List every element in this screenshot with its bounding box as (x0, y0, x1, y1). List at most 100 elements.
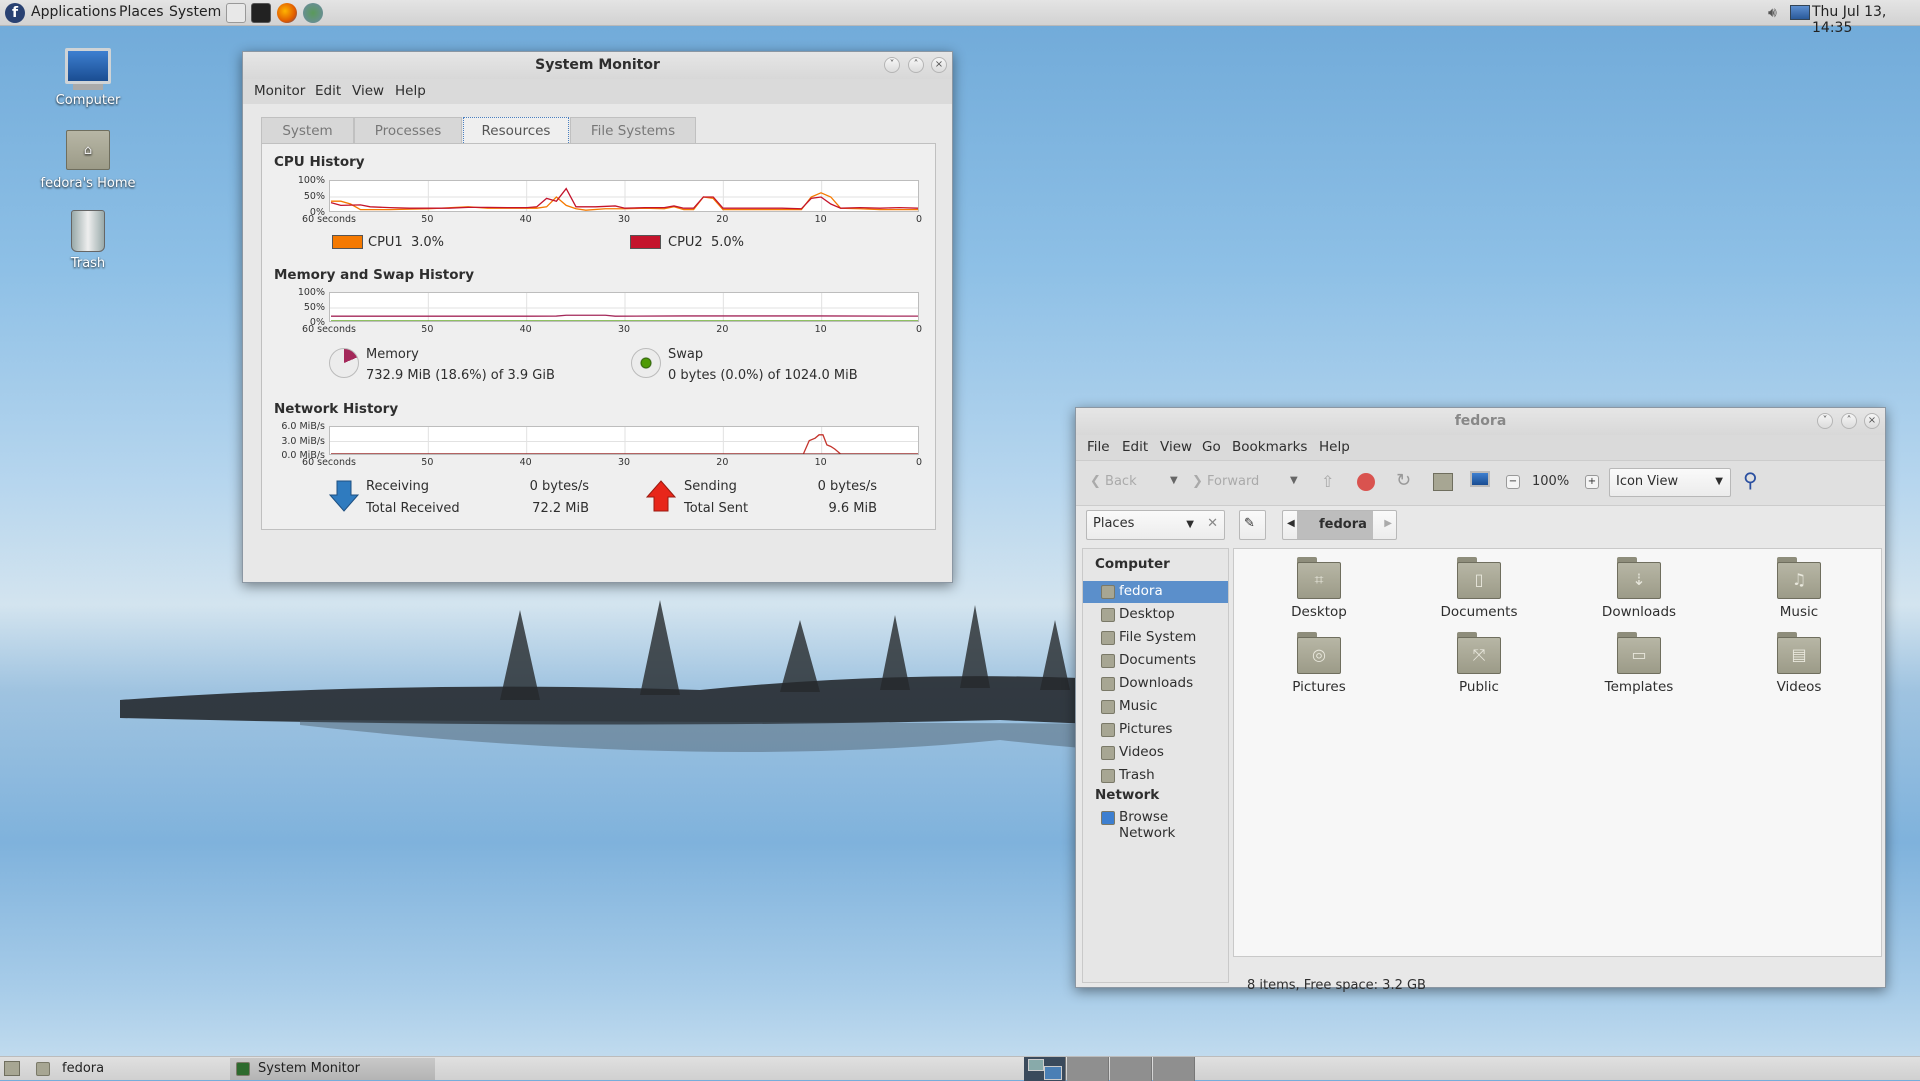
menu-places[interactable]: Places (119, 4, 164, 20)
minimize-button[interactable]: ˅ (1817, 413, 1833, 429)
maximize-button[interactable]: ˄ (1841, 413, 1857, 429)
menu-bookmarks[interactable]: Bookmarks (1232, 439, 1307, 455)
file-item-templates[interactable]: ▭ Templates (1579, 632, 1699, 695)
file-item-desktop[interactable]: ⌗ Desktop (1259, 557, 1379, 620)
file-manager-icon[interactable] (226, 3, 246, 23)
receiving-arrow-icon[interactable] (329, 480, 359, 512)
sidebar-item-browse-network[interactable]: Browse Network (1083, 807, 1228, 841)
file-item-public[interactable]: ⤧ Public (1419, 632, 1539, 695)
forward-button[interactable]: ❯ Forward (1192, 474, 1259, 489)
desktop-icon-home[interactable]: ⌂ fedora's Home (33, 130, 143, 191)
sending-arrow-icon[interactable] (646, 480, 676, 512)
menu-go[interactable]: Go (1202, 439, 1221, 455)
show-desktop-icon[interactable] (4, 1061, 20, 1076)
edit-location-button[interactable]: ✎ (1239, 510, 1266, 540)
title-bar[interactable]: System Monitor ˅ ˄ × (243, 52, 952, 79)
back-history-dropdown[interactable]: ▼ (1170, 475, 1178, 486)
tab-resources[interactable]: Resources (463, 117, 569, 143)
tab-system[interactable]: System (261, 117, 354, 143)
task-system-monitor[interactable]: System Monitor (230, 1058, 435, 1080)
sidebar-item-music[interactable]: Music (1083, 696, 1228, 718)
cpu1-color-swatch[interactable] (332, 235, 363, 249)
terminal-icon[interactable] (251, 3, 271, 23)
tab-processes[interactable]: Processes (354, 117, 462, 143)
network-icon[interactable] (1790, 5, 1810, 20)
sidebar-item-label: Documents (1119, 652, 1196, 668)
path-button-fedora[interactable]: fedora (1297, 511, 1373, 539)
firefox-icon[interactable] (277, 3, 297, 23)
folder-icon (1101, 608, 1115, 622)
swap-pie-icon[interactable] (631, 348, 661, 378)
sidebar-item-videos[interactable]: Videos (1083, 742, 1228, 764)
home-icon[interactable] (1433, 473, 1453, 491)
mail-icon[interactable] (303, 3, 323, 23)
file-item-documents[interactable]: ▯ Documents (1419, 557, 1539, 620)
back-button[interactable]: ❮ Back (1090, 474, 1137, 489)
sidebar-item-downloads[interactable]: Downloads (1083, 673, 1228, 695)
folder-icon (1101, 677, 1115, 691)
path-right-arrow[interactable]: ▶ (1384, 518, 1392, 529)
workspace-1[interactable] (1024, 1057, 1066, 1081)
sidebar-item-desktop[interactable]: Desktop (1083, 604, 1228, 626)
path-left-arrow[interactable]: ◀ (1287, 518, 1295, 529)
view-mode-select[interactable]: Icon View ▼ (1609, 468, 1731, 497)
menu-applications[interactable]: Applications (31, 4, 117, 20)
sidebar-item-fedora[interactable]: fedora (1083, 581, 1228, 603)
close-sidebar-icon[interactable]: ✕ (1207, 516, 1218, 531)
stop-icon[interactable] (1357, 473, 1375, 491)
title-bar[interactable]: fedora ˅ ˄ × (1076, 408, 1885, 435)
task-fedora[interactable]: fedora (30, 1058, 227, 1080)
sidebar-item-documents[interactable]: Documents (1083, 650, 1228, 672)
home-folder-icon: ⌂ (66, 130, 110, 170)
forward-history-dropdown[interactable]: ▼ (1290, 475, 1298, 486)
workspace-4[interactable] (1153, 1057, 1195, 1081)
up-icon[interactable]: ⇧ (1321, 472, 1334, 491)
volume-icon[interactable]: 🔊︎ (1768, 5, 1777, 21)
minimize-button[interactable]: ˅ (884, 57, 900, 73)
file-item-music[interactable]: ♫ Music (1739, 557, 1859, 620)
maximize-button[interactable]: ˄ (908, 57, 924, 73)
menu-help[interactable]: Help (395, 83, 426, 99)
sidebar-item-pictures[interactable]: Pictures (1083, 719, 1228, 741)
close-button[interactable]: × (931, 57, 947, 73)
menu-view[interactable]: View (1160, 439, 1192, 455)
computer-icon[interactable] (1470, 471, 1490, 487)
file-item-downloads[interactable]: ⇣ Downloads (1579, 557, 1699, 620)
y-tick-label: 50% (303, 191, 325, 202)
zoom-out-button[interactable]: − (1506, 475, 1520, 489)
menu-edit[interactable]: Edit (1122, 439, 1148, 455)
zoom-in-button[interactable]: + (1585, 475, 1599, 489)
menu-file[interactable]: File (1087, 439, 1110, 455)
menu-edit[interactable]: Edit (315, 83, 341, 99)
desktop-icon-trash[interactable]: Trash (33, 210, 143, 271)
cpu1-value: 3.0% (410, 235, 444, 250)
sidebar-item-trash[interactable]: Trash (1083, 765, 1228, 787)
close-button[interactable]: × (1864, 413, 1880, 429)
places-select[interactable]: Places ▼ ✕ (1086, 510, 1225, 540)
search-icon[interactable]: ⚲ (1743, 468, 1758, 492)
tab-file-systems[interactable]: File Systems (570, 117, 696, 143)
file-item-pictures[interactable]: ◎ Pictures (1259, 632, 1379, 695)
desktop-icon-computer[interactable]: Computer (33, 48, 143, 108)
reload-icon[interactable]: ↻ (1396, 470, 1411, 491)
cpu-history-heading: CPU History (274, 154, 365, 170)
total-sent-value: 9.6 MiB (828, 501, 877, 516)
memory-pie-icon[interactable] (329, 348, 359, 378)
menu-monitor[interactable]: Monitor (254, 83, 305, 99)
workspace-3[interactable] (1110, 1057, 1152, 1081)
receiving-value: 0 bytes/s (529, 479, 589, 494)
menu-help[interactable]: Help (1319, 439, 1350, 455)
clock[interactable]: Thu Jul 13, 14:35 (1812, 4, 1920, 36)
file-view[interactable]: ⌗ Desktop ▯ Documents ⇣ Downloads ♫ Music ◎ Pictu… (1233, 548, 1882, 957)
sidebar-item-file-system[interactable]: File System (1083, 627, 1228, 649)
fedora-logo-icon[interactable]: f (5, 3, 25, 23)
file-item-videos[interactable]: ▤ Videos (1739, 632, 1859, 695)
menu-system[interactable]: System (169, 4, 221, 20)
desktop-icon-label: Trash (70, 256, 106, 271)
workspace-2[interactable] (1067, 1057, 1109, 1081)
cpu2-color-swatch[interactable] (630, 235, 661, 249)
cpu1-name: CPU1 (368, 235, 403, 250)
menu-view[interactable]: View (352, 83, 384, 99)
sidebar-heading-computer: Computer (1095, 556, 1170, 572)
x-tick-label: 30 (617, 457, 631, 468)
